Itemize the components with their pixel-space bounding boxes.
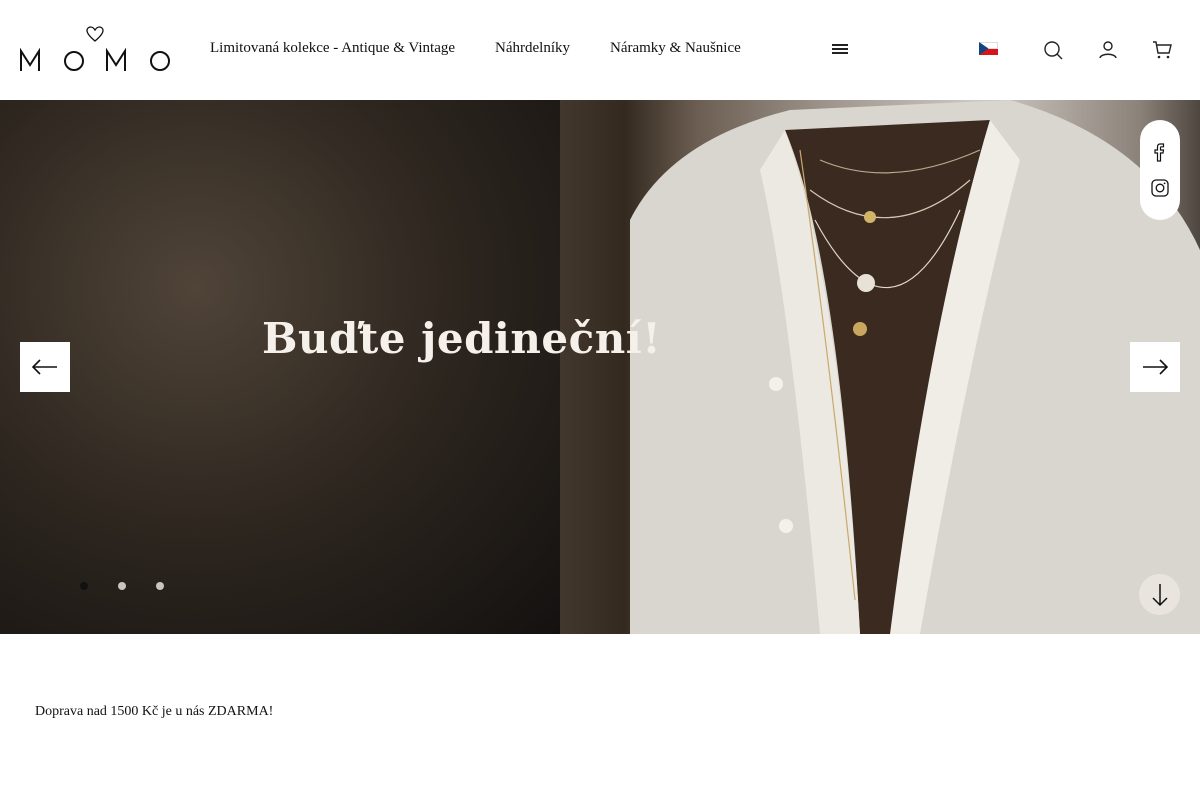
logo-wordmark: [20, 48, 170, 71]
cz-flag-icon: [979, 42, 998, 55]
social-links: [1140, 120, 1180, 220]
scroll-down-button[interactable]: [1139, 574, 1180, 615]
nav-item-limited-collection[interactable]: Limitovaná kolekce - Antique & Vintage: [210, 40, 455, 57]
logo-link[interactable]: [20, 24, 170, 74]
hero-slider: Buďte jedineční!: [0, 100, 1200, 634]
slide-dot-2[interactable]: [118, 582, 126, 590]
shipping-notice: Doprava nad 1500 Kč je u nás ZDARMA!: [35, 704, 274, 719]
next-slide-button[interactable]: [1130, 342, 1180, 392]
prev-slide-button[interactable]: [20, 342, 70, 392]
arrow-right-icon: [1143, 359, 1168, 375]
main-nav: Limitovaná kolekce - Antique & Vintage N…: [210, 40, 741, 57]
nav-item-bracelets-earrings[interactable]: Náramky & Naušnice: [610, 40, 741, 57]
nav-item-necklaces[interactable]: Náhrdelníky: [495, 40, 570, 57]
facebook-icon[interactable]: [1150, 142, 1170, 162]
slide-dot-3[interactable]: [156, 582, 164, 590]
hero-background: [0, 100, 560, 634]
language-selector[interactable]: [979, 42, 1008, 55]
search-icon[interactable]: [1043, 40, 1063, 60]
slider-pagination: [80, 582, 164, 590]
menu-icon[interactable]: [832, 44, 848, 55]
site-header: Limitovaná kolekce - Antique & Vintage N…: [0, 0, 1200, 100]
heart-icon: [86, 26, 104, 42]
hero-title: Buďte jedineční!: [262, 314, 662, 363]
user-icon[interactable]: [1098, 40, 1118, 60]
cart-icon[interactable]: [1152, 40, 1172, 60]
slide-dot-1[interactable]: [80, 582, 88, 590]
hero-image: [630, 100, 1200, 634]
instagram-icon[interactable]: [1150, 178, 1170, 198]
arrow-left-icon: [32, 359, 57, 375]
arrow-down-icon: [1151, 583, 1168, 606]
